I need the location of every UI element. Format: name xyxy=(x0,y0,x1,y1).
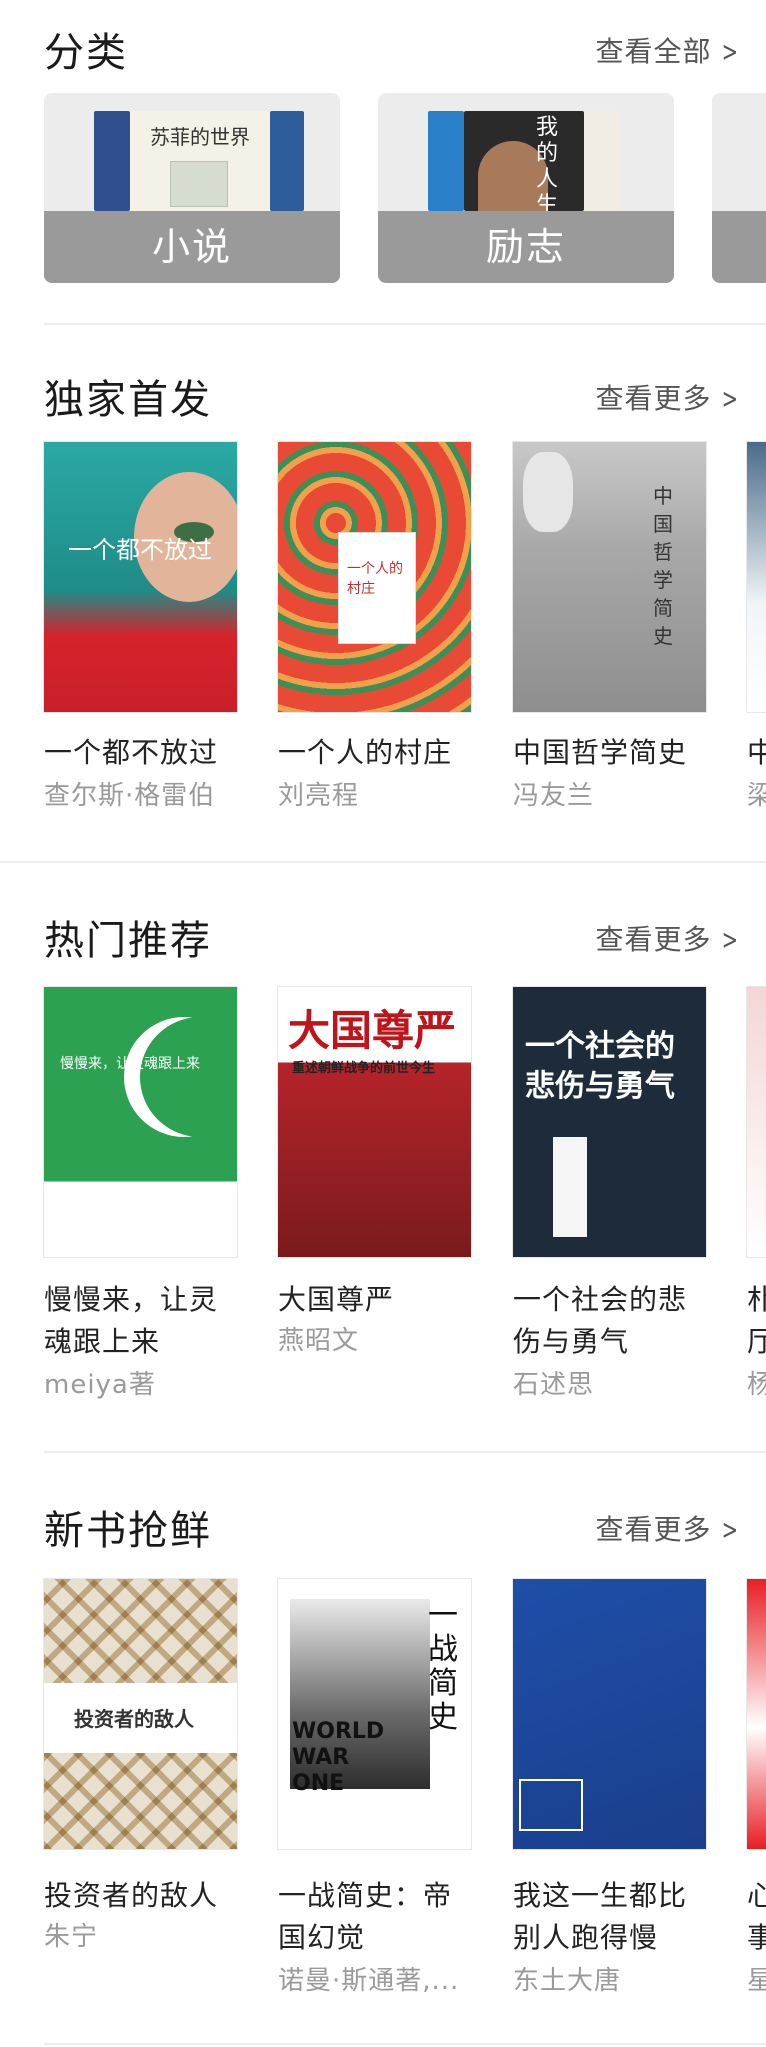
view-more-link[interactable]: 查看更多 > xyxy=(596,377,742,417)
book-title: 朴 xyxy=(747,1283,766,1316)
chevron-right-icon: > xyxy=(721,1513,739,1546)
section-header-categories: 分类 查看全部 > xyxy=(0,20,766,80)
view-all-link[interactable]: 查看全部 > xyxy=(596,30,742,70)
section-header-hot: 热门推荐 查看更多 > xyxy=(0,908,766,968)
view-more-label: 查看更多 xyxy=(595,1513,712,1546)
divider xyxy=(44,1451,766,1453)
book-author: 东土大唐 xyxy=(513,1966,622,1996)
section-title: 分类 xyxy=(44,30,128,76)
book-author: 石述思 xyxy=(513,1370,595,1400)
book-title: 一个社会的悲 xyxy=(513,1283,688,1316)
category-cover xyxy=(94,111,130,211)
cover-title: 我的人生 xyxy=(536,115,559,218)
book-cover[interactable] xyxy=(513,1579,706,1849)
book-title: 一个都不放过 xyxy=(44,736,219,769)
section-header-exclusive: 独家首发 查看更多 > xyxy=(0,367,766,427)
book-author: 诺曼·斯通著,... xyxy=(278,1966,460,1996)
cover-title: 苏菲的世界 xyxy=(150,125,250,149)
category-cover xyxy=(428,111,464,211)
book-title: 心 xyxy=(747,1879,766,1912)
section-header-new: 新书抢鲜 查看更多 > xyxy=(0,1498,766,1558)
book-title: 一个人的村庄 xyxy=(278,736,453,769)
view-more-link[interactable]: 查看更多 > xyxy=(596,918,742,958)
book-title: 大国尊严 xyxy=(278,1283,395,1316)
book-cover[interactable]: 投资者的敌人 xyxy=(44,1579,237,1849)
cover-moon xyxy=(140,1017,237,1137)
divider xyxy=(44,2043,766,2045)
chevron-right-icon: > xyxy=(721,923,739,956)
book-author: meiya著 xyxy=(44,1370,156,1400)
book-cover[interactable]: 一个都不放过 xyxy=(44,442,237,712)
cover-title: 一个人的村庄 xyxy=(347,561,403,597)
cover-subtitle-en: WORLD WAR ONE xyxy=(292,1719,385,1796)
book-author: 朱宁 xyxy=(44,1922,99,1952)
book-title-line2: 别人跑得慢 xyxy=(513,1921,659,1954)
book-cover[interactable]: 中国哲学简史 xyxy=(513,442,706,712)
book-cover[interactable] xyxy=(747,442,766,712)
book-author: 杨 xyxy=(747,1370,766,1400)
category-card-partial[interactable] xyxy=(712,93,766,283)
book-cover[interactable]: 一个人的村庄 xyxy=(278,442,471,712)
book-title: 我这一生都比 xyxy=(513,1879,688,1912)
chevron-right-icon: > xyxy=(721,382,739,415)
book-author: 查尔斯·格雷伯 xyxy=(44,781,216,811)
category-card-novel[interactable]: 苏菲的世界 小说 xyxy=(44,93,340,283)
category-cover xyxy=(584,111,620,211)
view-more-label: 查看更多 xyxy=(595,923,712,956)
category-label: 小说 xyxy=(44,211,340,283)
book-title-line2: 伤与勇气 xyxy=(513,1325,630,1358)
cover-title-band: 投资者的敌人 xyxy=(44,1683,237,1753)
view-all-label: 查看全部 xyxy=(595,35,712,68)
cover-illustration xyxy=(170,161,228,207)
cover-label-box: 一个人的村庄 xyxy=(338,532,416,644)
book-title: 中 xyxy=(747,736,766,769)
view-more-label: 查看更多 xyxy=(595,382,712,415)
cover-title: 大国尊严 xyxy=(288,1006,457,1055)
divider xyxy=(44,323,766,325)
chevron-right-icon: > xyxy=(721,35,739,68)
book-cover[interactable] xyxy=(747,987,766,1257)
cover-statue xyxy=(523,452,573,532)
book-author: 冯友兰 xyxy=(513,781,595,811)
book-title: 慢慢来，让灵 xyxy=(44,1283,219,1316)
book-title-line2: 事 xyxy=(747,1921,766,1954)
cover-subtitle: 重述朝鲜战争的前世今生 xyxy=(292,1061,436,1076)
section-title: 热门推荐 xyxy=(44,918,212,964)
book-author: 星 xyxy=(747,1966,766,1996)
book-cover[interactable]: 一战简史 WORLD WAR ONE xyxy=(278,1579,471,1849)
book-cover[interactable]: 大国尊严 重述朝鲜战争的前世今生 xyxy=(278,987,471,1257)
book-cover[interactable]: 一个社会的悲伤与勇气 xyxy=(513,987,706,1257)
section-title: 新书抢鲜 xyxy=(44,1508,212,1554)
book-author: 刘亮程 xyxy=(278,781,360,811)
cover-stamp xyxy=(519,1779,583,1831)
book-author: 燕昭文 xyxy=(278,1326,360,1356)
category-cover xyxy=(270,111,304,211)
book-title-line2: 国幻觉 xyxy=(278,1921,366,1954)
category-row: 苏菲的世界 小说 我的人生 励志 xyxy=(44,93,766,285)
category-card-inspirational[interactable]: 我的人生 励志 xyxy=(378,93,674,283)
book-author: 梁 xyxy=(747,781,766,811)
category-label xyxy=(712,211,766,283)
category-label: 励志 xyxy=(378,211,674,283)
cover-title: 一个社会的悲伤与勇气 xyxy=(525,1029,675,1104)
cover-title: 一战简史 xyxy=(428,1598,458,1735)
book-title-line2: 魂跟上来 xyxy=(44,1325,161,1358)
cover-title: 慢慢来，让灵魂跟上来 xyxy=(60,1056,200,1072)
book-title-line2: 厅 xyxy=(747,1325,766,1358)
book-cover[interactable] xyxy=(747,1579,766,1849)
view-more-link[interactable]: 查看更多 > xyxy=(596,1508,742,1548)
cover-title: 中国哲学简史 xyxy=(653,484,673,648)
book-title: 中国哲学简史 xyxy=(513,736,688,769)
book-cover[interactable]: 慢慢来，让灵魂跟上来 xyxy=(44,987,237,1257)
section-title: 独家首发 xyxy=(44,377,212,423)
cover-title: 投资者的敌人 xyxy=(74,1707,194,1731)
cover-title: 一个都不放过 xyxy=(68,536,212,564)
book-title: 一战简史：帝 xyxy=(278,1879,453,1912)
category-cover: 我的人生 xyxy=(464,111,584,218)
book-title: 投资者的敌人 xyxy=(44,1879,219,1912)
cover-doorway xyxy=(553,1137,587,1237)
category-cover: 苏菲的世界 xyxy=(130,111,270,211)
divider xyxy=(0,861,766,863)
